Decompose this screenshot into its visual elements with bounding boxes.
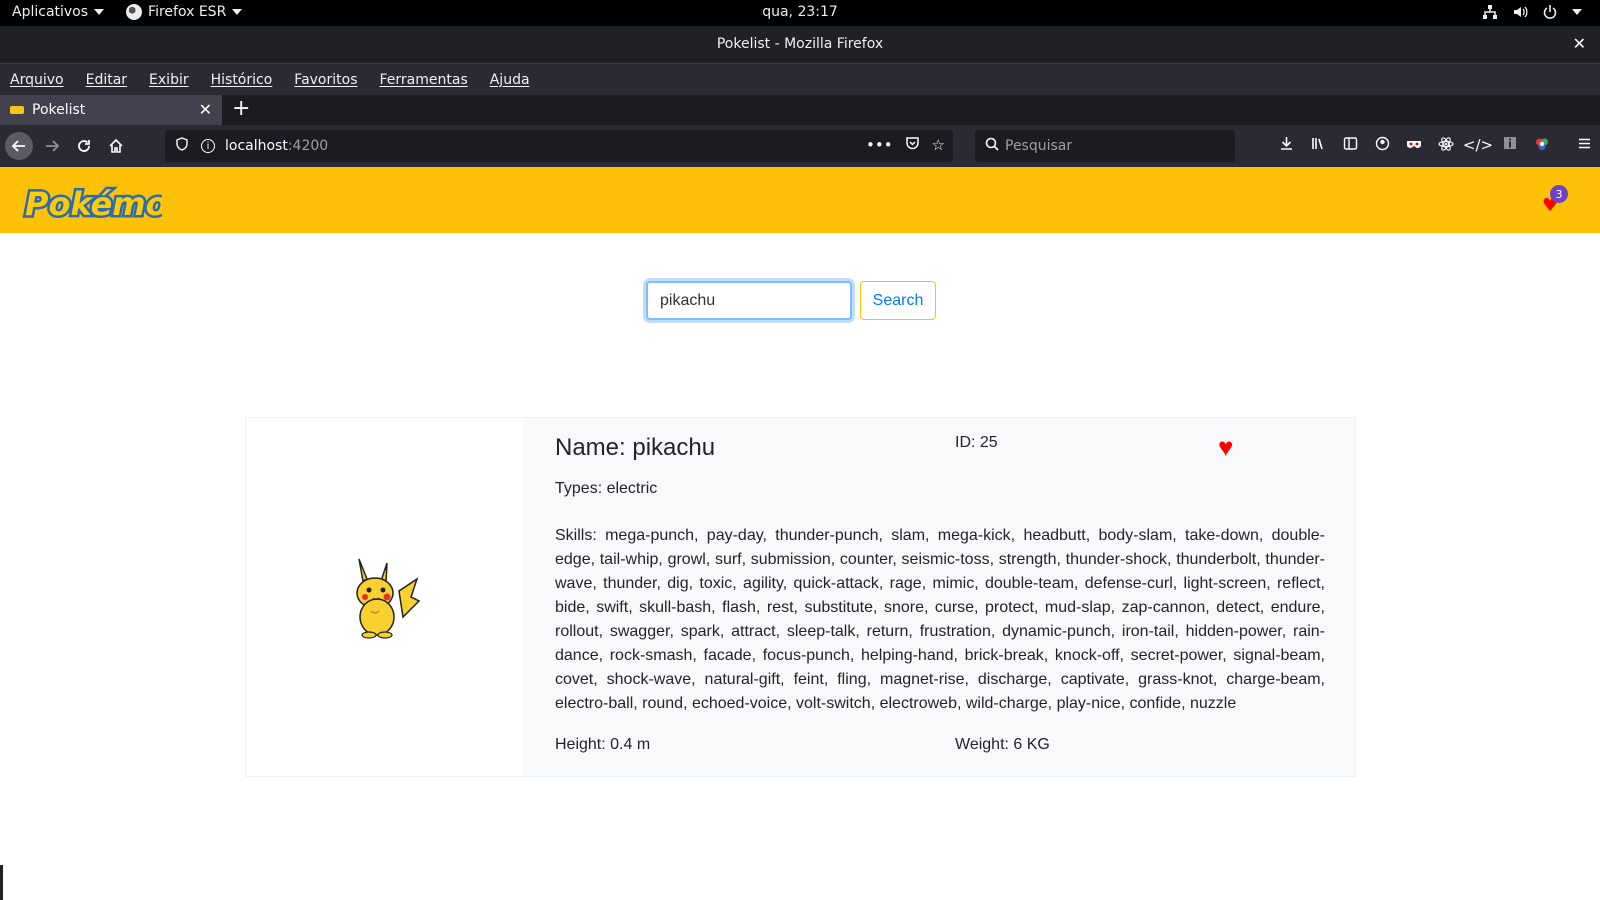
menu-favoritos[interactable]: Favoritos	[294, 72, 357, 88]
pokemon-card: Name: pikachu ID: 25 ♥ Types: electric S…	[245, 417, 1356, 777]
page-actions-icon[interactable]: •••	[866, 136, 893, 155]
search-form: Search	[646, 281, 936, 320]
applications-menu[interactable]: Aplicativos	[12, 4, 105, 20]
window-close-button[interactable]: ✕	[1573, 34, 1586, 53]
tracking-protection-shield-icon[interactable]	[175, 137, 189, 155]
react-devtools-icon[interactable]	[1430, 136, 1462, 156]
pokemon-favicon-icon	[10, 106, 24, 114]
menu-historico[interactable]: Histórico	[211, 72, 273, 88]
system-top-bar: Aplicativos Firefox ESR qua, 23:17	[0, 0, 1600, 26]
downloads-icon[interactable]	[1270, 136, 1302, 156]
pokemon-skills: Skills: mega-punch, pay-day, thunder-pun…	[555, 527, 1325, 712]
pokemon-name: Name: pikachu	[555, 434, 716, 461]
home-icon	[109, 138, 123, 153]
pokemon-search-input[interactable]	[646, 281, 852, 320]
reload-button[interactable]	[70, 132, 98, 160]
extension-mask-icon[interactable]	[1398, 136, 1430, 156]
color-extension-icon[interactable]	[1526, 136, 1558, 156]
back-button[interactable]	[5, 132, 33, 160]
network-icon[interactable]	[1482, 4, 1498, 20]
pokemon-types: Types: electric	[555, 480, 658, 497]
menu-exibir[interactable]: Exibir	[149, 72, 189, 88]
firefox-icon	[126, 4, 143, 20]
favorite-toggle-heart-icon[interactable]: ♥	[1218, 432, 1233, 463]
menu-bar: Arquivo Editar Exibir Histórico Favorito…	[0, 63, 1600, 95]
app-header: Pokémon ♥ 3	[0, 167, 1600, 233]
new-tab-button[interactable]: +	[232, 96, 250, 121]
pokemon-logo[interactable]: Pokémon	[22, 173, 193, 226]
library-icon[interactable]	[1302, 136, 1334, 156]
pokemon-details: Name: pikachu ID: 25 ♥ Types: electric S…	[523, 418, 1355, 776]
account-icon[interactable]	[1366, 136, 1398, 156]
url-port: :4200	[287, 138, 329, 154]
pokemon-height: Height: 0.4 m	[555, 736, 651, 753]
arrow-right-icon	[46, 140, 60, 152]
home-button[interactable]	[102, 132, 130, 160]
favorites-button[interactable]: ♥ 3	[1528, 181, 1568, 217]
pokemon-weight: Weight: 6 KG	[955, 736, 1050, 753]
site-info-icon[interactable]: i	[201, 139, 215, 153]
chevron-down-icon	[94, 9, 105, 15]
tab-close-icon[interactable]: ✕	[199, 100, 212, 119]
tab-pokelist[interactable]: Pokelist ✕	[0, 95, 222, 125]
menu-ajuda[interactable]: Ajuda	[490, 72, 530, 88]
url-host: localhost	[225, 138, 288, 154]
tab-strip: Pokelist ✕ +	[0, 95, 1600, 125]
volume-icon[interactable]	[1512, 4, 1528, 20]
pokemon-id: ID: 25	[955, 434, 998, 451]
active-app-label: Firefox ESR	[148, 4, 227, 20]
favorites-count-badge: 3	[1550, 185, 1568, 203]
code-icon[interactable]: </>	[1462, 136, 1494, 156]
reload-icon	[78, 140, 90, 152]
pikachu-sprite-icon	[355, 558, 420, 639]
active-app-menu[interactable]: Firefox ESR	[126, 4, 243, 20]
window-edge	[0, 865, 3, 900]
search-icon	[985, 137, 999, 155]
navigation-toolbar: i localhost :4200 ••• ☆ Pesquisar </>	[0, 125, 1600, 167]
menu-arquivo[interactable]: Arquivo	[10, 72, 64, 88]
address-bar[interactable]: i localhost :4200 ••• ☆	[165, 130, 953, 162]
tab-label: Pokelist	[32, 102, 86, 118]
power-icon[interactable]	[1542, 4, 1558, 20]
window-title-bar: Pokelist - Mozilla Firefox ✕	[0, 26, 1600, 63]
logo-text: Pokémon	[25, 185, 162, 223]
extension-info-icon[interactable]	[1494, 136, 1526, 156]
forward-button[interactable]	[38, 132, 66, 160]
applications-menu-label: Aplicativos	[12, 4, 89, 20]
pokemon-sprite	[246, 418, 523, 776]
window-title: Pokelist - Mozilla Firefox	[716, 36, 884, 52]
web-search-bar[interactable]: Pesquisar	[975, 130, 1235, 162]
web-search-placeholder: Pesquisar	[1005, 138, 1073, 154]
menu-editar[interactable]: Editar	[86, 72, 127, 88]
web-page: Pokémon ♥ 3 Search	[0, 167, 1600, 900]
chevron-down-icon	[232, 9, 243, 15]
chevron-down-icon[interactable]	[1572, 9, 1582, 15]
hamburger-menu-icon[interactable]	[1568, 136, 1600, 156]
arrow-left-icon	[11, 140, 25, 152]
menu-ferramentas[interactable]: Ferramentas	[380, 72, 468, 88]
sidebar-toggle-icon[interactable]	[1334, 136, 1366, 156]
pocket-icon[interactable]	[905, 136, 920, 155]
bookmark-star-icon[interactable]: ☆	[932, 136, 945, 155]
search-button[interactable]: Search	[860, 281, 936, 320]
